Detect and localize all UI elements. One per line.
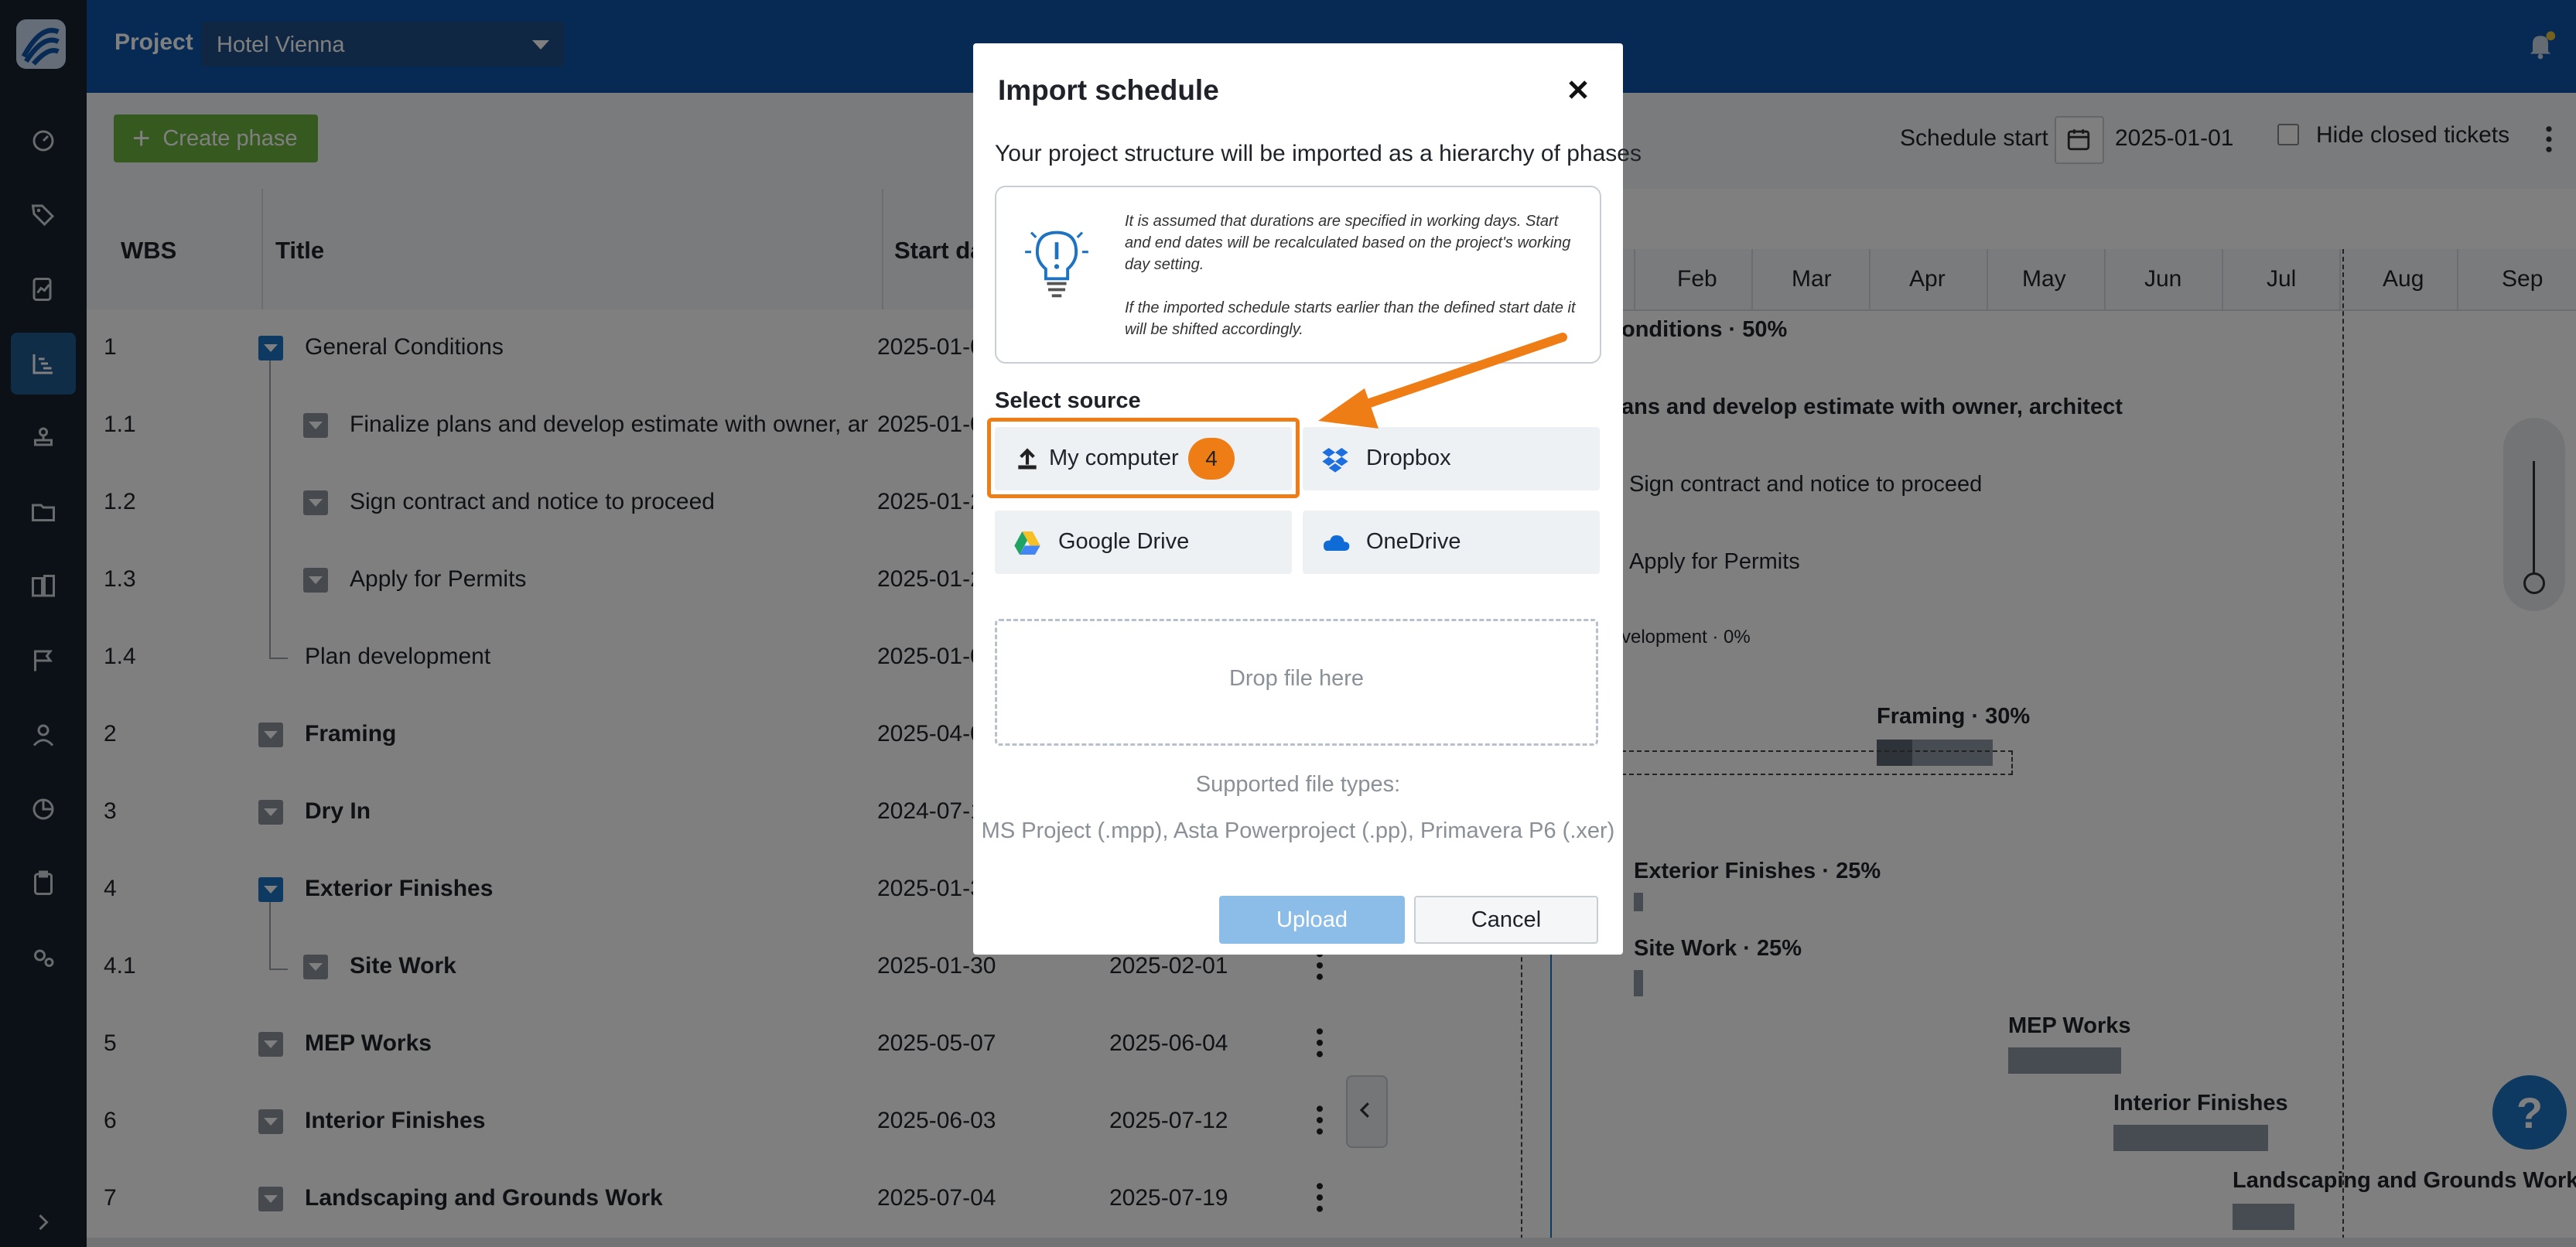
dropbox-icon	[1322, 448, 1348, 473]
drop-zone-label: Drop file here	[1228, 666, 1365, 691]
source-label: Google Drive	[1058, 529, 1190, 554]
info-text: It is assumed that durations are specifi…	[1125, 213, 1571, 273]
source-onedrive-button[interactable]: OneDrive	[1303, 511, 1600, 574]
upload-button[interactable]: Upload	[1219, 896, 1405, 944]
google-drive-icon	[1014, 531, 1040, 555]
source-dropbox-button[interactable]: Dropbox	[1303, 427, 1600, 490]
tutorial-arrow-icon	[1318, 333, 1567, 429]
select-source-label: Select source	[995, 388, 1141, 413]
supported-types-list: MS Project (.mpp), Asta Powerproject (.p…	[981, 818, 1615, 843]
source-label: Dropbox	[1366, 446, 1451, 470]
file-drop-zone[interactable]: Drop file here	[995, 619, 1598, 746]
close-icon[interactable]	[1563, 74, 1594, 105]
supported-types-label: Supported file types:	[1195, 772, 1401, 797]
cancel-button[interactable]: Cancel	[1414, 896, 1598, 944]
step-badge: 4	[1188, 438, 1235, 480]
dialog-description: Your project structure will be imported …	[995, 141, 1642, 166]
dialog-title: Import schedule	[998, 74, 1219, 106]
onedrive-icon	[1324, 535, 1350, 551]
source-google-drive-button[interactable]: Google Drive	[995, 511, 1292, 574]
tutorial-highlight	[987, 418, 1300, 498]
lightbulb-icon	[1025, 231, 1088, 298]
source-label: OneDrive	[1366, 529, 1461, 554]
